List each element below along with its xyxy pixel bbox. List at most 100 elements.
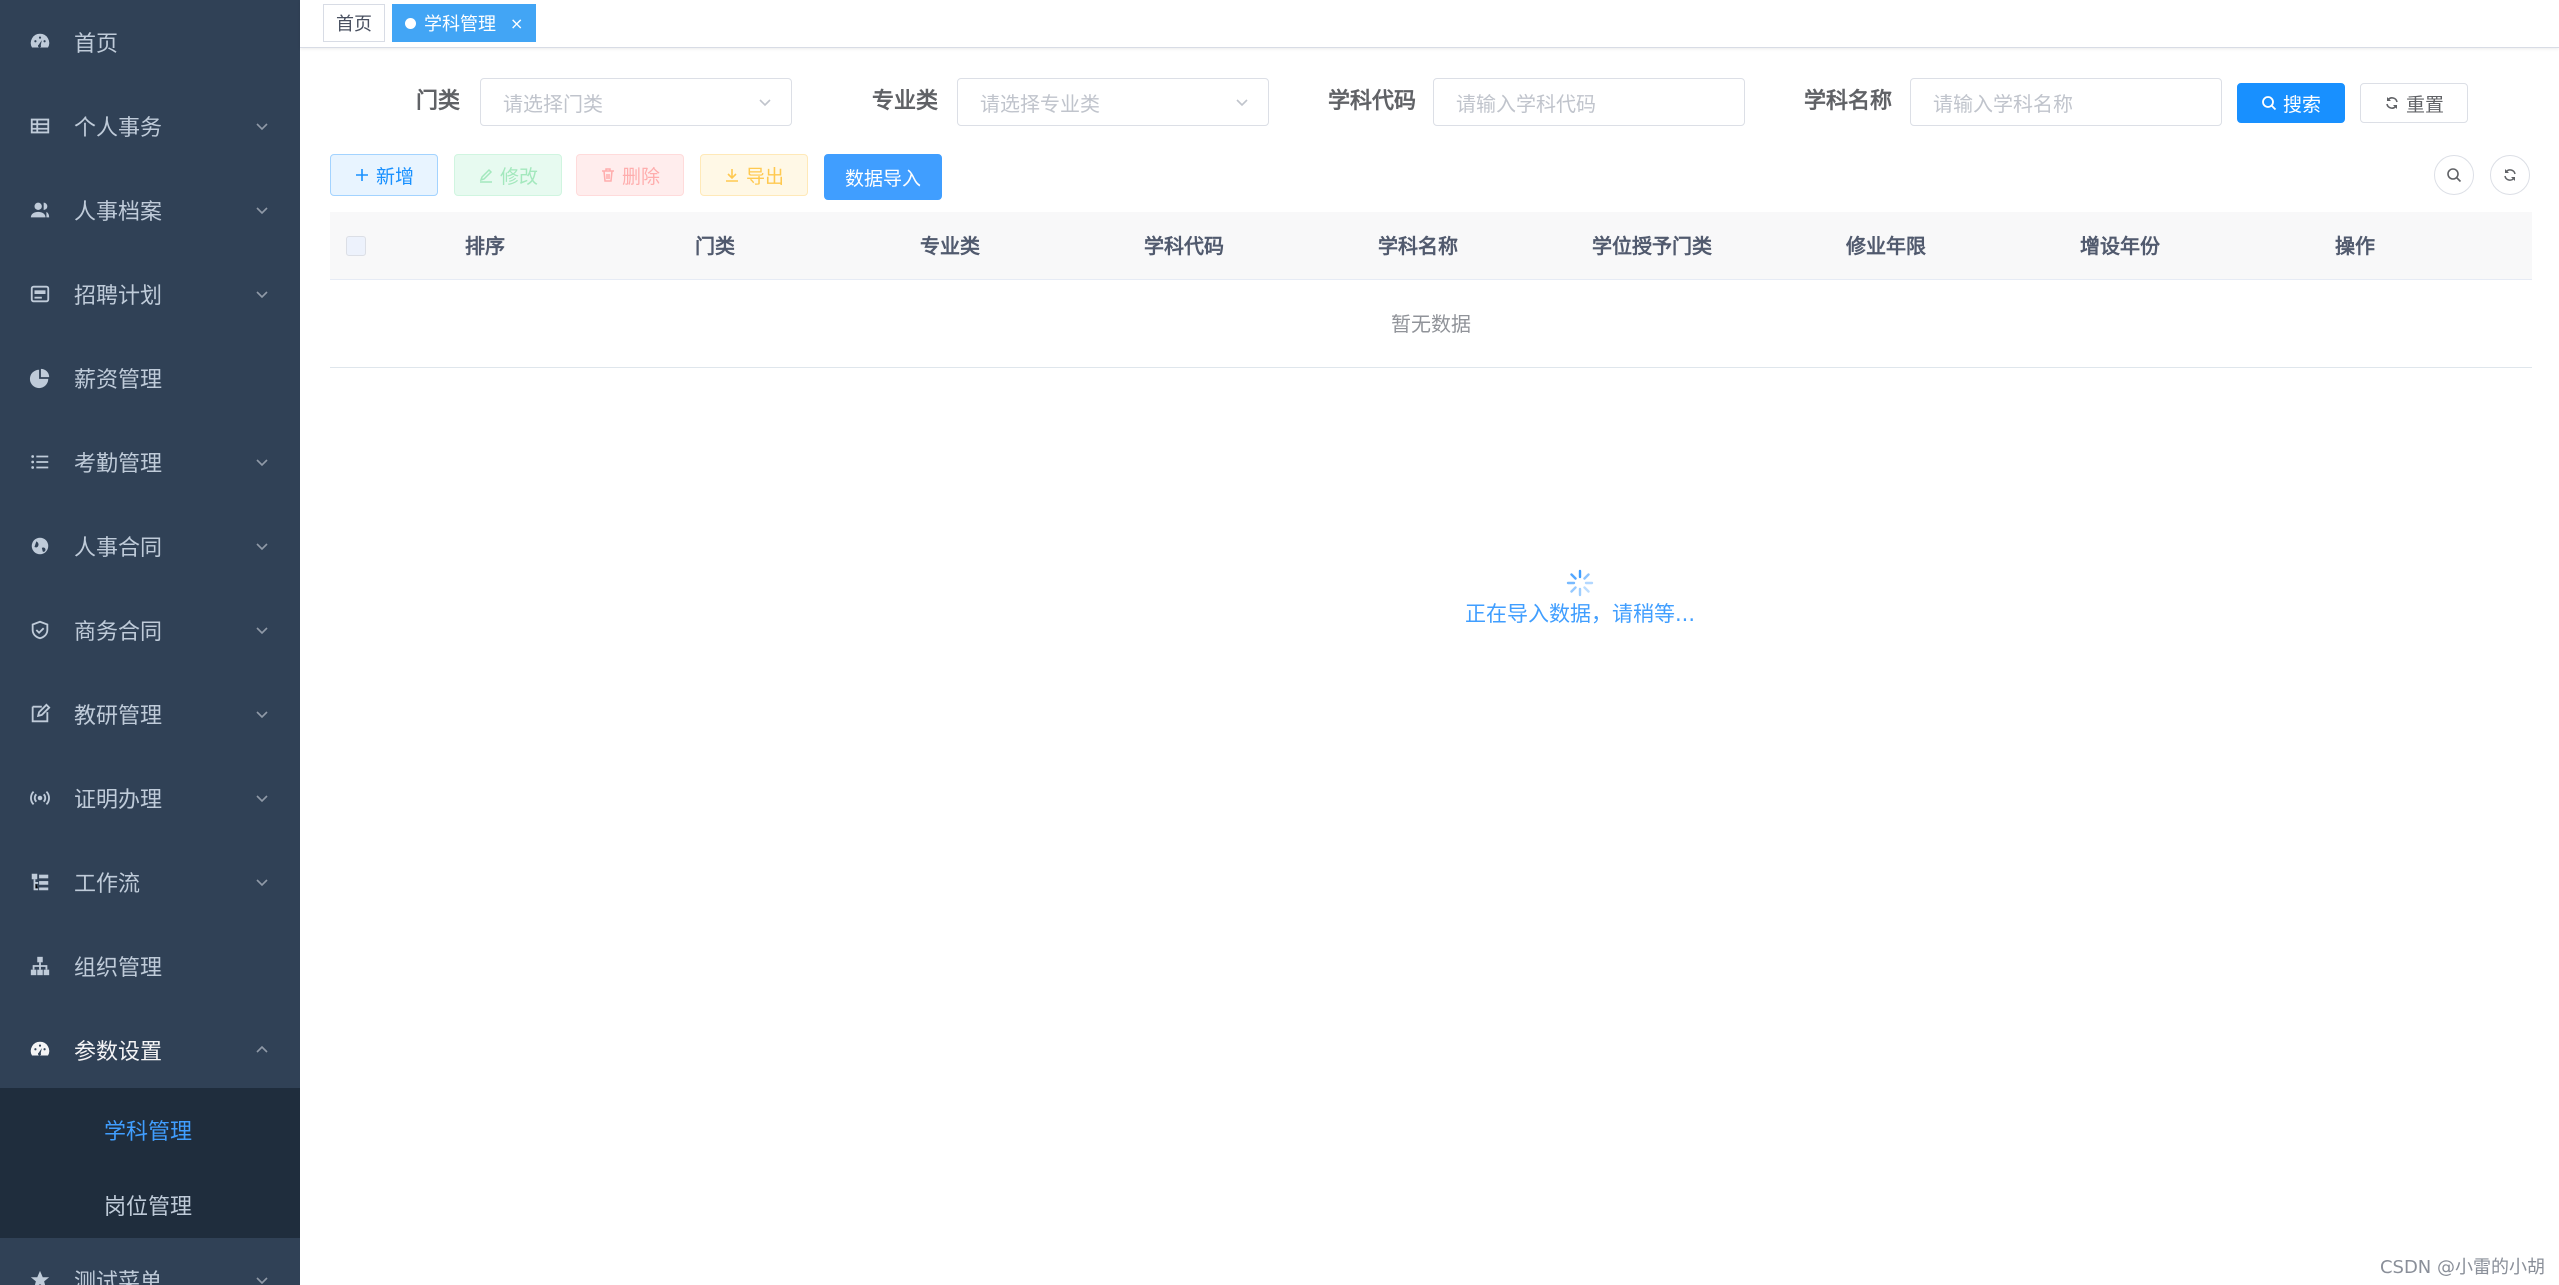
chevron-down-icon	[256, 1277, 268, 1285]
sidebar-item-label: 参数设置	[74, 1040, 163, 1065]
sidebar-item-workflow[interactable]: 工作流	[0, 840, 300, 924]
name-placeholder: 请输入学科名称	[1933, 91, 2073, 116]
table-empty-text: 暂无数据	[330, 280, 2532, 368]
refresh-button[interactable]	[2490, 155, 2530, 195]
edit-button[interactable]: 修改	[454, 154, 562, 196]
sidebar-item-label: 个人事务	[74, 116, 163, 141]
sidebar-item-label: 测试菜单	[74, 1270, 163, 1285]
category-placeholder: 请选择门类	[503, 91, 603, 116]
chevron-down-icon	[256, 711, 268, 719]
loading-spinner-icon	[1566, 569, 1594, 597]
sidebar-item-recruitment[interactable]: 招聘计划	[0, 252, 300, 336]
sidebar: 首页 个人事务 人事档案 招聘计划 薪资管理 考勤管理 人事合同 商务合同 教研…	[0, 0, 300, 1285]
download-icon	[725, 169, 738, 182]
reset-button[interactable]: 重置	[2360, 83, 2468, 123]
add-button[interactable]: 新增	[330, 154, 438, 196]
column-header: 增设年份	[2080, 234, 2160, 258]
column-header: 专业类	[920, 234, 980, 258]
tree-table-icon	[28, 870, 52, 894]
sidebar-item-test-menu[interactable]: 测试菜单	[0, 1238, 300, 1285]
submenu-item-label: 学科管理	[104, 1119, 193, 1145]
export-button-label: 导出	[745, 165, 784, 188]
trash-icon	[601, 168, 614, 182]
delete-button-label: 删除	[621, 165, 660, 188]
chevron-down-icon	[1236, 99, 1248, 107]
sidebar-item-teaching-research[interactable]: 教研管理	[0, 672, 300, 756]
sidebar-item-organization[interactable]: 组织管理	[0, 924, 300, 1008]
chevron-down-icon	[256, 543, 268, 551]
watermark: CSDN @小雷的小胡	[2379, 1257, 2545, 1278]
sidebar-item-label: 证明办理	[74, 788, 163, 813]
edit-button-label: 修改	[499, 165, 538, 188]
select-all-checkbox[interactable]	[346, 236, 366, 256]
chevron-down-icon	[256, 291, 268, 299]
sidebar-item-label: 招聘计划	[74, 284, 163, 309]
edit-icon	[479, 168, 493, 183]
code-placeholder: 请输入学科代码	[1456, 91, 1596, 116]
import-button-label: 数据导入	[844, 167, 921, 190]
sidebar-item-label: 薪资管理	[74, 368, 163, 393]
active-dot-icon	[405, 17, 416, 29]
chevron-down-icon	[256, 207, 268, 215]
tag-label: 学科管理	[424, 14, 496, 35]
form-icon	[28, 282, 52, 306]
code-input[interactable]: 请输入学科代码	[1433, 78, 1745, 126]
name-label: 学科名称	[1803, 89, 1892, 114]
major-placeholder: 请选择专业类	[980, 91, 1100, 116]
submenu-item-subject-management[interactable]: 学科管理	[0, 1092, 300, 1167]
major-select[interactable]: 请选择专业类	[957, 78, 1269, 126]
column-header: 修业年限	[1846, 234, 1926, 258]
column-header: 学科代码	[1144, 234, 1224, 258]
sidebar-item-home[interactable]: 首页	[0, 0, 300, 84]
sidebar-item-label: 首页	[74, 32, 119, 57]
sidebar-item-label: 考勤管理	[74, 452, 163, 477]
sidebar-item-parameter-settings[interactable]: 参数设置	[0, 1008, 300, 1092]
plus-icon	[355, 169, 368, 181]
dashboard-icon	[28, 1038, 52, 1062]
star-icon	[28, 1268, 52, 1285]
submenu-item-label: 岗位管理	[104, 1194, 193, 1220]
name-input[interactable]: 请输入学科名称	[1910, 78, 2222, 126]
search-icon	[2447, 168, 2462, 183]
tree-icon	[28, 954, 52, 978]
international-icon	[28, 534, 52, 558]
export-button[interactable]: 导出	[700, 154, 808, 196]
column-header: 学位授予门类	[1592, 234, 1712, 258]
category-select[interactable]: 请选择门类	[480, 78, 792, 126]
chart-icon	[28, 366, 52, 390]
import-data-button[interactable]: 数据导入	[824, 154, 942, 200]
toggle-search-button[interactable]	[2434, 155, 2474, 195]
list-icon	[28, 450, 52, 474]
sidebar-item-label: 教研管理	[74, 704, 163, 729]
sidebar-item-label: 人事合同	[74, 536, 163, 561]
sidebar-item-salary[interactable]: 薪资管理	[0, 336, 300, 420]
close-icon[interactable]: ×	[510, 14, 523, 33]
tag-home[interactable]: 首页	[323, 4, 385, 42]
sidebar-item-personal-affairs[interactable]: 个人事务	[0, 84, 300, 168]
column-header: 排序	[465, 234, 505, 258]
delete-button[interactable]: 删除	[576, 154, 684, 196]
search-button[interactable]: 搜索	[2237, 83, 2345, 123]
chevron-down-icon	[759, 99, 771, 107]
sidebar-item-label: 组织管理	[74, 956, 163, 981]
refresh-icon	[2504, 169, 2516, 181]
sidebar-item-attendance[interactable]: 考勤管理	[0, 420, 300, 504]
sidebar-item-label: 工作流	[74, 872, 141, 897]
radio-icon	[28, 786, 52, 810]
major-label: 专业类	[871, 89, 938, 114]
sidebar-item-hr-archive[interactable]: 人事档案	[0, 168, 300, 252]
sidebar-item-hr-contract[interactable]: 人事合同	[0, 504, 300, 588]
chevron-down-icon	[256, 459, 268, 467]
dashboard-icon	[28, 30, 52, 54]
category-label: 门类	[415, 89, 460, 114]
tags-view-bar: 首页 学科管理 ×	[300, 0, 2559, 48]
submenu-item-position-management[interactable]: 岗位管理	[0, 1167, 300, 1242]
sidebar-item-certificates[interactable]: 证明办理	[0, 756, 300, 840]
table-icon	[28, 114, 52, 138]
chevron-up-icon	[256, 1045, 268, 1053]
sidebar-item-business-contract[interactable]: 商务合同	[0, 588, 300, 672]
chevron-down-icon	[256, 627, 268, 635]
column-header: 操作	[2335, 234, 2375, 258]
tag-subject-management[interactable]: 学科管理 ×	[392, 4, 537, 42]
table-header: 排序 门类 专业类 学科代码 学科名称 学位授予门类 修业年限 增设年份 操作	[330, 212, 2532, 280]
